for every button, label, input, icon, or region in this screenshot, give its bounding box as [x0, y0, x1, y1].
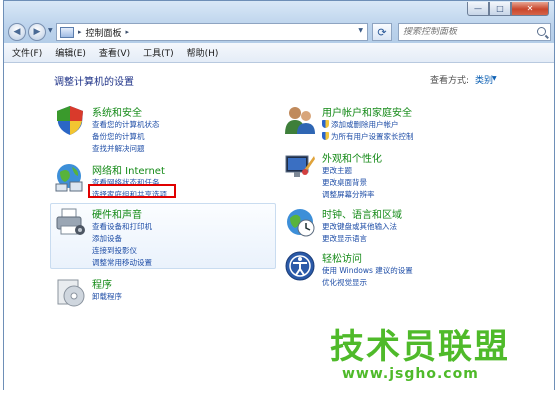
view-by-label: 查看方式:: [430, 76, 470, 86]
uac-shield-icon: [322, 120, 329, 128]
link-desktop-background[interactable]: 更改桌面背景: [322, 177, 367, 188]
link-devices-printers[interactable]: 查看设备和打印机: [92, 221, 152, 232]
category-title-hardware[interactable]: 硬件和声音: [92, 206, 142, 221]
category-title-network[interactable]: 网络和 Internet: [92, 162, 165, 177]
view-by-dropdown[interactable]: 类别: [475, 73, 493, 86]
forward-button[interactable]: ▶: [28, 23, 46, 41]
category-ease-of-access: 轻松访问 使用 Windows 建议的设置 优化视觉显示: [284, 250, 484, 290]
chevron-down-icon[interactable]: ▼: [492, 75, 497, 82]
breadcrumb-separator[interactable]: ▸: [126, 28, 130, 36]
close-button[interactable]: ✕: [511, 2, 549, 16]
address-bar[interactable]: ▸ 控制面板 ▸ ▼: [56, 23, 368, 41]
back-button[interactable]: ◀: [8, 23, 26, 41]
link-uninstall-program[interactable]: 卸载程序: [92, 291, 122, 302]
link-add-device[interactable]: 添加设备: [92, 233, 122, 244]
category-title-users[interactable]: 用户帐户和家庭安全: [322, 104, 412, 119]
category-clock-language-region: 时钟、语言和区域 更改键盘或其他输入法 更改显示语言: [284, 206, 484, 246]
watermark-brand: 技术员联盟: [330, 327, 510, 367]
menu-bar: 文件(F) 编辑(E) 查看(V) 工具(T) 帮助(H): [4, 43, 554, 63]
link-connect-projector[interactable]: 连接到投影仪: [92, 245, 137, 256]
category-system-security: 系统和安全 查看您的计算机状态 备份您的计算机 查找并解决问题: [54, 104, 254, 160]
control-panel-icon: [60, 26, 74, 38]
annotation-highlight-box: [88, 184, 176, 198]
category-hardware-sound: 硬件和声音 查看设备和打印机 添加设备 连接到投影仪 调整常用移动设置: [54, 206, 254, 268]
category-user-accounts: 用户帐户和家庭安全 添加或删除用户帐户 为所有用户设置家长控制: [284, 104, 484, 144]
refresh-button[interactable]: ⟳: [372, 23, 392, 41]
link-view-computer-status[interactable]: 查看您的计算机状态: [92, 119, 160, 130]
breadcrumb-control-panel[interactable]: 控制面板: [86, 26, 122, 39]
appearance-monitor-icon[interactable]: [284, 150, 316, 182]
refresh-icon: ⟳: [377, 25, 387, 39]
menu-file[interactable]: 文件(F): [12, 46, 42, 59]
link-change-keyboard[interactable]: 更改键盘或其他输入法: [322, 221, 397, 232]
link-add-remove-accounts[interactable]: 添加或删除用户帐户: [322, 119, 399, 130]
link-mobility-settings[interactable]: 调整常用移动设置: [92, 257, 152, 268]
menu-tools[interactable]: 工具(T): [143, 46, 174, 59]
category-title-appearance[interactable]: 外观和个性化: [322, 150, 382, 165]
recent-pages-dropdown-icon[interactable]: ▼: [48, 27, 53, 34]
search-box[interactable]: [398, 23, 551, 41]
address-dropdown-icon[interactable]: ▼: [358, 27, 363, 34]
link-troubleshoot[interactable]: 查找并解决问题: [92, 143, 145, 154]
menu-view[interactable]: 查看(V): [99, 46, 130, 59]
category-programs: 程序 卸载程序: [54, 276, 254, 308]
category-title-access[interactable]: 轻松访问: [322, 250, 362, 265]
back-arrow-icon: ◀: [13, 27, 21, 37]
menu-help[interactable]: 帮助(H): [187, 46, 219, 59]
category-appearance: 外观和个性化 更改主题 更改桌面背景 调整屏幕分辨率: [284, 150, 484, 200]
link-parental-controls[interactable]: 为所有用户设置家长控制: [322, 131, 414, 142]
link-recommended-settings[interactable]: 使用 Windows 建议的设置: [322, 265, 413, 276]
forward-arrow-icon: ▶: [33, 27, 41, 37]
category-title-system[interactable]: 系统和安全: [92, 104, 142, 119]
link-screen-resolution[interactable]: 调整屏幕分辨率: [322, 189, 375, 200]
category-title-programs[interactable]: 程序: [92, 276, 112, 291]
printer-icon[interactable]: [54, 206, 86, 238]
search-icon[interactable]: [537, 27, 546, 36]
users-icon[interactable]: [284, 104, 316, 136]
breadcrumb-separator[interactable]: ▸: [78, 28, 82, 36]
menu-edit[interactable]: 编辑(E): [55, 46, 86, 59]
page-title: 调整计算机的设置: [54, 77, 134, 88]
maximize-button[interactable]: □: [489, 2, 511, 16]
shield-icon[interactable]: [54, 104, 86, 136]
programs-disc-icon[interactable]: [54, 276, 86, 308]
link-optimize-visual[interactable]: 优化视觉显示: [322, 277, 367, 288]
search-input[interactable]: [399, 27, 529, 37]
category-title-clock[interactable]: 时钟、语言和区域: [322, 206, 402, 221]
link-change-theme[interactable]: 更改主题: [322, 165, 352, 176]
uac-shield-icon: [322, 132, 329, 140]
network-globe-icon[interactable]: [54, 162, 86, 194]
link-display-language[interactable]: 更改显示语言: [322, 233, 367, 244]
clock-globe-icon[interactable]: [284, 206, 316, 238]
title-bar: — □ ✕ ◀ ▶ ▼ ▸ 控制面板 ▸ ▼ ⟳: [4, 1, 554, 43]
watermark-url: www.jsgho.com: [342, 366, 479, 382]
ease-of-access-icon[interactable]: [284, 250, 316, 282]
link-backup-computer[interactable]: 备份您的计算机: [92, 131, 145, 142]
window-controls: — □ ✕: [467, 2, 549, 16]
minimize-button[interactable]: —: [467, 2, 489, 16]
